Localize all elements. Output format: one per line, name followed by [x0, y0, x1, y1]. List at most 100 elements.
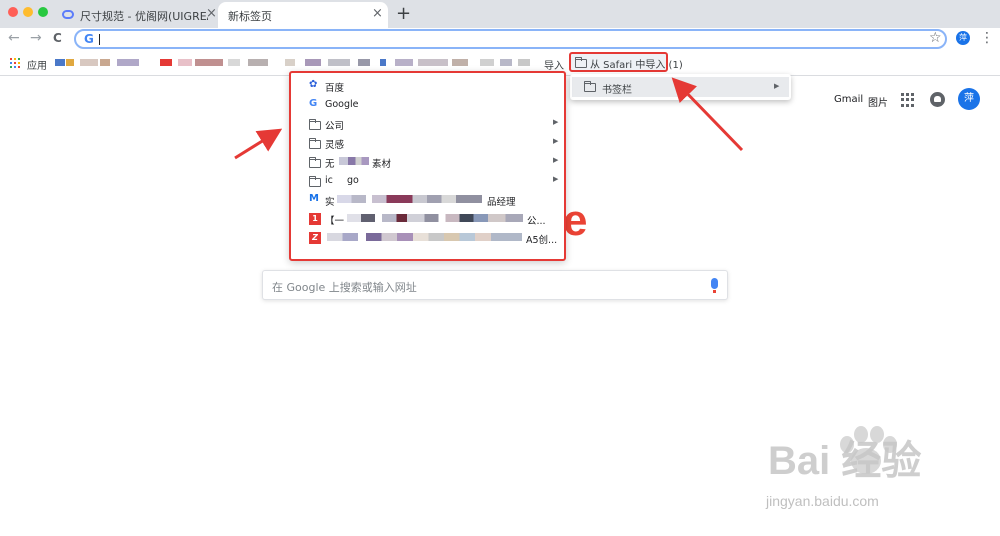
account-avatar[interactable]: 萍 [958, 88, 980, 110]
redacted-bookmark[interactable] [160, 59, 172, 66]
annotation-arrow-left [234, 128, 283, 160]
address-bar[interactable]: G ☆ [74, 29, 947, 49]
chevron-right-icon: ▶ [553, 175, 559, 183]
redacted-text [337, 195, 482, 203]
baidu-paw-icon [838, 426, 898, 476]
submenu-item-bookmarks-bar[interactable]: 书签栏 ▶ [572, 77, 789, 97]
bookmark-google[interactable]: G Google [297, 96, 561, 115]
bookmark-red-one[interactable]: 1 【一 公... [297, 210, 561, 229]
notification-bell-icon[interactable] [930, 92, 945, 107]
redacted-bookmark[interactable] [380, 59, 386, 66]
bookmark-label-tail: A5创... [526, 235, 558, 246]
bookmark-label: 无 [325, 159, 335, 170]
folder-company[interactable]: 公司 ▶ [297, 115, 561, 134]
redacted-bookmark[interactable] [518, 59, 530, 66]
redacted-bookmark[interactable] [395, 59, 413, 66]
redacted-bookmark[interactable] [452, 59, 468, 66]
bookmark-label: 灵感 [325, 140, 345, 151]
safari-folder-submenu: 书签栏 ▶ [570, 74, 791, 100]
redacted-bookmark[interactable] [100, 59, 110, 66]
bookmark-label-tail: go [347, 175, 359, 186]
new-tab-button[interactable]: + [396, 3, 411, 24]
redacted-bookmark[interactable] [178, 59, 192, 66]
close-window-button[interactable] [8, 7, 18, 17]
redacted-text [327, 233, 522, 241]
profile-avatar[interactable]: 萍 [956, 31, 970, 45]
zoom-window-button[interactable] [38, 7, 48, 17]
close-tab-icon[interactable]: × [372, 6, 383, 21]
bookmarks-dropdown: ✿ 百度 G Google 公司 ▶ 灵感 ▶ 无 素材 ▶ ic go ▶ M… [289, 71, 566, 261]
redacted-bookmark[interactable] [117, 59, 139, 66]
safari-import-folder[interactable]: 从 Safari 中导入 (1) [569, 52, 683, 72]
images-link[interactable]: 图片 [868, 94, 888, 109]
text-caret [99, 34, 100, 45]
apps-shortcut[interactable]: 应用 [27, 57, 47, 72]
bookmark-baidu[interactable]: ✿ 百度 [297, 77, 561, 96]
red-1-icon: 1 [309, 213, 321, 225]
redacted-bookmark[interactable] [480, 59, 494, 66]
folder-icon [575, 57, 587, 68]
gmail-link[interactable]: Gmail [834, 94, 863, 105]
safari-folder-label: 从 Safari 中导入 (1) [590, 60, 683, 71]
bookmark-product-manager[interactable]: M 实 品经理 [297, 191, 561, 210]
minimize-window-button[interactable] [23, 7, 33, 17]
apps-grid-icon[interactable] [10, 58, 20, 68]
folder-icon [309, 157, 321, 168]
bookmark-label-tail: 素材 [372, 159, 392, 170]
search-placeholder: 在 Google 上搜索或输入网址 [272, 281, 417, 294]
bookmark-label-tail: 品经理 [487, 197, 516, 208]
bookmark-label: 【一 [325, 216, 345, 227]
close-tab-icon[interactable]: × [206, 6, 217, 21]
watermark-url: jingyan.baidu.com [766, 493, 879, 509]
redacted-bookmark[interactable] [305, 59, 321, 66]
tab-label: 尺寸规范 - 优阁网(UIGREAT) - I [80, 10, 208, 23]
chevron-right-icon: ▶ [774, 82, 780, 90]
back-icon[interactable]: ← [8, 30, 20, 46]
google-apps-icon[interactable] [901, 93, 915, 107]
google-g-icon: G [309, 98, 318, 109]
redacted-bookmark[interactable] [228, 59, 240, 66]
forward-icon[interactable]: → [30, 30, 42, 46]
folder-icon-logo[interactable]: ic go ▶ [297, 172, 561, 191]
menu-icon[interactable]: ⋮ [980, 30, 994, 46]
google-g-icon: G [84, 32, 94, 46]
redacted-bookmark[interactable] [358, 59, 370, 66]
bookmark-label: ic [325, 175, 333, 186]
redacted-bookmark[interactable] [418, 59, 448, 66]
import-bookmarks-link[interactable]: 导入 [544, 57, 564, 72]
red-z-icon: Z [309, 232, 321, 244]
m-logo-icon: M [309, 193, 319, 204]
redacted-bookmark[interactable] [66, 59, 74, 66]
chevron-right-icon: ▶ [553, 118, 559, 126]
tab-uigreat[interactable]: 尺寸规范 - 优阁网(UIGREAT) - I × [52, 2, 220, 28]
redacted-bookmark[interactable] [195, 59, 223, 66]
chevron-right-icon: ▶ [553, 156, 559, 164]
toolbar: ← → C G ☆ 萍 ⋮ [0, 28, 1000, 50]
folder-materials[interactable]: 无 素材 ▶ [297, 153, 561, 172]
folder-icon [309, 138, 321, 149]
tab-strip: 尺寸规范 - 优阁网(UIGREAT) - I × 新标签页 × + [0, 0, 1000, 28]
redacted-bookmark[interactable] [55, 59, 65, 66]
uigreat-favicon-icon [62, 10, 74, 19]
tab-new-tab[interactable]: 新标签页 × [218, 2, 388, 28]
folder-icon [584, 81, 596, 92]
bookmark-label-tail: 公... [527, 216, 546, 227]
redacted-bookmark[interactable] [500, 59, 512, 66]
microphone-icon[interactable] [711, 278, 718, 293]
bookmark-a5[interactable]: Z A5创... [297, 229, 561, 248]
folder-icon [309, 119, 321, 130]
baidu-paw-icon: ✿ [309, 79, 318, 90]
ntp-search-box[interactable]: 在 Google 上搜索或输入网址 [262, 270, 728, 300]
redacted-text [347, 214, 523, 222]
redacted-bookmark[interactable] [248, 59, 268, 66]
tab-label: 新标签页 [228, 10, 272, 23]
bookmark-label: Google [325, 99, 359, 110]
redacted-bookmark[interactable] [285, 59, 295, 66]
bookmark-star-icon[interactable]: ☆ [929, 30, 942, 46]
folder-inspiration[interactable]: 灵感 ▶ [297, 134, 561, 153]
redacted-bookmark[interactable] [80, 59, 98, 66]
reload-icon[interactable]: C [53, 31, 62, 45]
bookmark-label: 百度 [325, 83, 345, 94]
redacted-bookmark[interactable] [328, 59, 350, 66]
bookmark-label: 实 [325, 197, 335, 208]
